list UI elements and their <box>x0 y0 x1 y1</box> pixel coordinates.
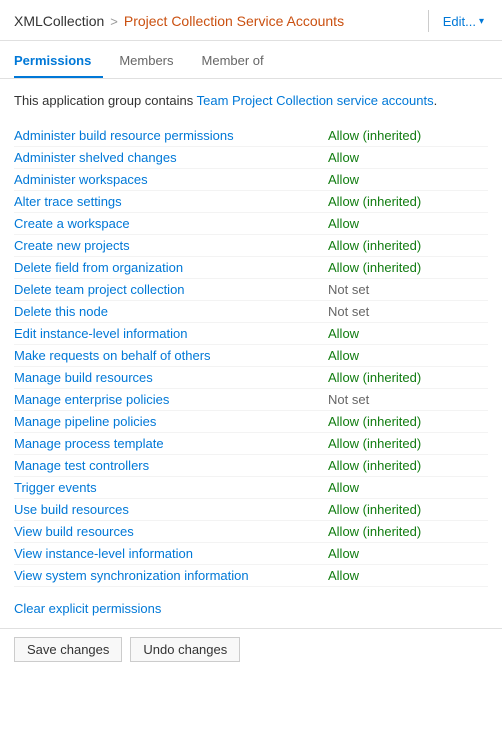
permission-value: Allow <box>328 480 488 495</box>
permission-name[interactable]: Manage test controllers <box>14 458 328 473</box>
table-row: Manage enterprise policiesNot set <box>14 389 488 411</box>
permission-name[interactable]: Manage build resources <box>14 370 328 385</box>
permission-name[interactable]: Delete field from organization <box>14 260 328 275</box>
permission-value: Allow (inherited) <box>328 194 488 209</box>
permission-name[interactable]: Manage enterprise policies <box>14 392 328 407</box>
table-row: Administer build resource permissionsAll… <box>14 125 488 147</box>
table-row: Administer shelved changesAllow <box>14 147 488 169</box>
tab-member-of[interactable]: Member of <box>202 45 276 78</box>
table-row: Alter trace settingsAllow (inherited) <box>14 191 488 213</box>
permission-value: Allow (inherited) <box>328 524 488 539</box>
clear-explicit-permissions-link[interactable]: Clear explicit permissions <box>14 601 161 616</box>
tab-permissions[interactable]: Permissions <box>14 45 103 78</box>
permission-name[interactable]: Alter trace settings <box>14 194 328 209</box>
permission-value: Not set <box>328 282 488 297</box>
permission-name[interactable]: View instance-level information <box>14 546 328 561</box>
permission-value: Allow <box>328 150 488 165</box>
breadcrumb: XMLCollection > Project Collection Servi… <box>14 13 418 29</box>
table-row: Trigger eventsAllow <box>14 477 488 499</box>
permission-value: Allow (inherited) <box>328 436 488 451</box>
table-row: Manage build resourcesAllow (inherited) <box>14 367 488 389</box>
permission-name[interactable]: Make requests on behalf of others <box>14 348 328 363</box>
table-row: Administer workspacesAllow <box>14 169 488 191</box>
breadcrumb-separator: > <box>110 14 118 29</box>
table-row: Create a workspaceAllow <box>14 213 488 235</box>
tab-bar: Permissions Members Member of <box>0 45 502 79</box>
permission-name[interactable]: Administer shelved changes <box>14 150 328 165</box>
permission-name[interactable]: View build resources <box>14 524 328 539</box>
permission-name[interactable]: View system synchronization information <box>14 568 328 583</box>
table-row: Edit instance-level informationAllow <box>14 323 488 345</box>
table-row: Use build resourcesAllow (inherited) <box>14 499 488 521</box>
permission-value: Not set <box>328 304 488 319</box>
permission-value: Allow (inherited) <box>328 238 488 253</box>
permission-value: Allow (inherited) <box>328 370 488 385</box>
permission-value: Allow <box>328 216 488 231</box>
permission-value: Not set <box>328 392 488 407</box>
table-row: Manage pipeline policiesAllow (inherited… <box>14 411 488 433</box>
permission-name[interactable]: Create a workspace <box>14 216 328 231</box>
breadcrumb-part2: Project Collection Service Accounts <box>124 13 344 29</box>
table-row: Manage test controllersAllow (inherited) <box>14 455 488 477</box>
permission-value: Allow (inherited) <box>328 414 488 429</box>
table-row: Delete this nodeNot set <box>14 301 488 323</box>
edit-button[interactable]: Edit... ▾ <box>439 12 488 31</box>
table-row: View system synchronization informationA… <box>14 565 488 587</box>
permission-value: Allow <box>328 568 488 583</box>
permission-name[interactable]: Create new projects <box>14 238 328 253</box>
chevron-down-icon: ▾ <box>479 16 484 27</box>
permission-value: Allow (inherited) <box>328 502 488 517</box>
permission-value: Allow <box>328 326 488 341</box>
permission-name[interactable]: Administer build resource permissions <box>14 128 328 143</box>
table-row: Make requests on behalf of othersAllow <box>14 345 488 367</box>
save-changes-button[interactable]: Save changes <box>14 637 122 662</box>
permission-value: Allow (inherited) <box>328 128 488 143</box>
permissions-table: Administer build resource permissionsAll… <box>14 125 488 587</box>
undo-changes-button[interactable]: Undo changes <box>130 637 240 662</box>
permission-name[interactable]: Delete team project collection <box>14 282 328 297</box>
permission-value: Allow <box>328 348 488 363</box>
permission-name[interactable]: Edit instance-level information <box>14 326 328 341</box>
permission-name[interactable]: Use build resources <box>14 502 328 517</box>
permission-name[interactable]: Administer workspaces <box>14 172 328 187</box>
permission-value: Allow (inherited) <box>328 458 488 473</box>
breadcrumb-part1: XMLCollection <box>14 13 104 29</box>
permission-name[interactable]: Manage pipeline policies <box>14 414 328 429</box>
table-row: View instance-level informationAllow <box>14 543 488 565</box>
main-content: This application group contains Team Pro… <box>0 79 502 628</box>
permission-value: Allow <box>328 546 488 561</box>
top-bar: XMLCollection > Project Collection Servi… <box>0 0 502 41</box>
permission-name[interactable]: Manage process template <box>14 436 328 451</box>
permission-value: Allow (inherited) <box>328 260 488 275</box>
table-row: Delete field from organizationAllow (inh… <box>14 257 488 279</box>
table-row: Delete team project collectionNot set <box>14 279 488 301</box>
permission-name[interactable]: Trigger events <box>14 480 328 495</box>
description-text: This application group contains Team Pro… <box>14 91 488 111</box>
table-row: View build resourcesAllow (inherited) <box>14 521 488 543</box>
table-row: Create new projectsAllow (inherited) <box>14 235 488 257</box>
bottom-bar: Save changes Undo changes <box>0 628 502 670</box>
table-row: Manage process templateAllow (inherited) <box>14 433 488 455</box>
vertical-divider <box>428 10 429 32</box>
tab-members[interactable]: Members <box>119 45 185 78</box>
permission-value: Allow <box>328 172 488 187</box>
permission-name[interactable]: Delete this node <box>14 304 328 319</box>
